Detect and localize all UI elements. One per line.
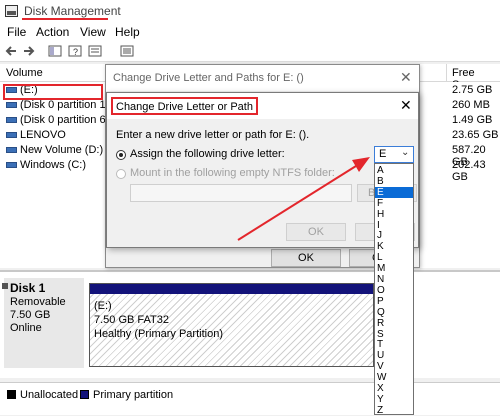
drive-icon xyxy=(6,117,17,123)
volume-free: 202.43 GB xyxy=(452,159,486,183)
paths-ok-button[interactable]: OK xyxy=(271,249,341,267)
primary-swatch xyxy=(80,390,89,399)
drive-letter-option[interactable]: W xyxy=(375,372,413,383)
ok-button[interactable]: OK xyxy=(286,223,346,241)
mount-folder-radio[interactable] xyxy=(116,169,126,179)
drive-letter-option[interactable]: L xyxy=(375,252,413,263)
toolbar: ? xyxy=(0,40,500,62)
drive-letter-option[interactable]: B xyxy=(375,176,413,187)
drive-letter-option[interactable]: O xyxy=(375,285,413,296)
drive-letter-option[interactable]: A xyxy=(375,165,413,176)
volume-free: 260 MB xyxy=(452,99,490,111)
svg-text:?: ? xyxy=(73,47,78,57)
menu-view[interactable]: View xyxy=(80,25,106,39)
forward-arrow-icon[interactable] xyxy=(22,44,36,58)
drive-letter-option[interactable]: I xyxy=(375,220,413,231)
drive-letter-option[interactable]: T xyxy=(375,339,413,350)
partition-label: (E:) 7.50 GB FAT32 Healthy (Primary Part… xyxy=(94,299,364,359)
disk-management-icon xyxy=(5,5,18,17)
menu-bar: File Action View Help xyxy=(0,22,500,40)
close-icon[interactable]: ✕ xyxy=(400,97,412,114)
dialog-titlebar: Change Drive Letter or Path xyxy=(107,93,418,119)
drive-letter-select[interactable]: E ⌄ xyxy=(374,146,414,163)
volume-e-highlight xyxy=(3,84,103,100)
drive-icon xyxy=(6,147,17,153)
volume-name: New Volume (D:) xyxy=(20,144,104,156)
paths-dialog-title: Change Drive Letter and Paths for E: () xyxy=(113,72,304,84)
assign-letter-radio[interactable] xyxy=(116,150,126,160)
legend-unallocated: Unallocated xyxy=(20,389,79,401)
volume-name: (Disk 0 partition 6) xyxy=(20,114,110,126)
drive-letter-option[interactable]: E xyxy=(375,186,413,198)
disk-type: Removable xyxy=(10,296,66,308)
help-icon[interactable]: ? xyxy=(68,44,82,58)
dialog-title: Change Drive Letter or Path xyxy=(111,97,258,115)
disk-info-panel[interactable]: Disk 1 Removable 7.50 GB Online xyxy=(2,278,84,368)
app-title: Disk Management xyxy=(24,4,121,18)
drive-letter-option[interactable]: V xyxy=(375,361,413,372)
drive-letter-option[interactable]: Q xyxy=(375,307,413,318)
unallocated-swatch xyxy=(7,390,16,399)
paths-dialog-titlebar: Change Drive Letter and Paths for E: () xyxy=(106,65,419,91)
volume-free: 2.75 GB xyxy=(452,84,493,96)
disk-status: Online xyxy=(10,322,42,334)
assign-letter-label[interactable]: Assign the following drive letter: xyxy=(130,148,285,160)
folder-path-input[interactable] xyxy=(130,184,352,202)
drive-letter-option[interactable]: F xyxy=(375,198,413,209)
change-drive-letter-dialog: Change Drive Letter or Path ✕ Enter a ne… xyxy=(106,92,419,248)
drive-letter-option[interactable]: U xyxy=(375,350,413,361)
disk-name: Disk 1 xyxy=(10,281,46,295)
drive-icon xyxy=(6,132,17,138)
drive-letter-option[interactable]: H xyxy=(375,209,413,220)
drive-letter-option[interactable]: X xyxy=(375,383,413,394)
menu-action[interactable]: Action xyxy=(36,25,69,39)
drive-letter-option[interactable]: Y xyxy=(375,394,413,405)
drive-letter-option[interactable]: Z xyxy=(375,405,413,416)
disk-size: 7.50 GB xyxy=(10,309,51,321)
volume-name: Windows (C:) xyxy=(20,159,87,171)
drive-letter-option[interactable]: K xyxy=(375,241,413,252)
console-icon[interactable] xyxy=(48,44,62,58)
properties-icon[interactable] xyxy=(88,44,102,58)
mount-folder-label[interactable]: Mount in the following empty NTFS folder… xyxy=(130,167,335,179)
selected-drive-letter: E xyxy=(379,148,387,160)
drive-letter-option[interactable]: N xyxy=(375,274,413,285)
dialog-prompt: Enter a new drive letter or path for E: … xyxy=(116,129,310,141)
partition-letter: (E:) xyxy=(94,300,112,312)
drive-icon xyxy=(6,102,17,108)
disk-icon xyxy=(2,283,8,289)
chevron-down-icon: ⌄ xyxy=(401,147,410,158)
title-highlight-underline xyxy=(22,18,108,20)
drive-letter-option[interactable]: S xyxy=(375,329,413,340)
volume-free: 1.49 GB xyxy=(452,114,493,126)
drive-letter-option[interactable]: P xyxy=(375,296,413,307)
menu-help[interactable]: Help xyxy=(115,25,140,39)
column-volume[interactable]: Volume xyxy=(6,67,43,79)
primary-partition-bar xyxy=(90,284,373,294)
drive-letter-dropdown: ABEFHIJKLMNOPQRSTUVWXYZ xyxy=(374,163,414,416)
volume-name: LENOVO xyxy=(20,129,66,141)
drive-letter-option[interactable]: M xyxy=(375,263,413,274)
partition-filesystem: 7.50 GB FAT32 xyxy=(94,314,170,326)
legend-primary: Primary partition xyxy=(93,389,174,401)
volume-free: 23.65 GB xyxy=(452,129,499,141)
list-icon[interactable] xyxy=(120,44,134,58)
drive-letter-option[interactable]: R xyxy=(375,318,413,329)
drive-letter-option[interactable]: J xyxy=(375,230,413,241)
legend: Unallocated Primary partition xyxy=(0,382,500,415)
title-bar: Disk Management xyxy=(0,0,500,22)
drive-icon xyxy=(6,162,17,168)
partition-health: Healthy (Primary Partition) xyxy=(94,328,223,340)
close-icon[interactable]: ✕ xyxy=(400,69,412,86)
back-arrow-icon[interactable] xyxy=(4,44,18,58)
partition-block[interactable]: (E:) 7.50 GB FAT32 Healthy (Primary Part… xyxy=(89,283,374,367)
menu-file[interactable]: File xyxy=(7,25,26,39)
volume-name: (Disk 0 partition 1) xyxy=(20,99,110,111)
